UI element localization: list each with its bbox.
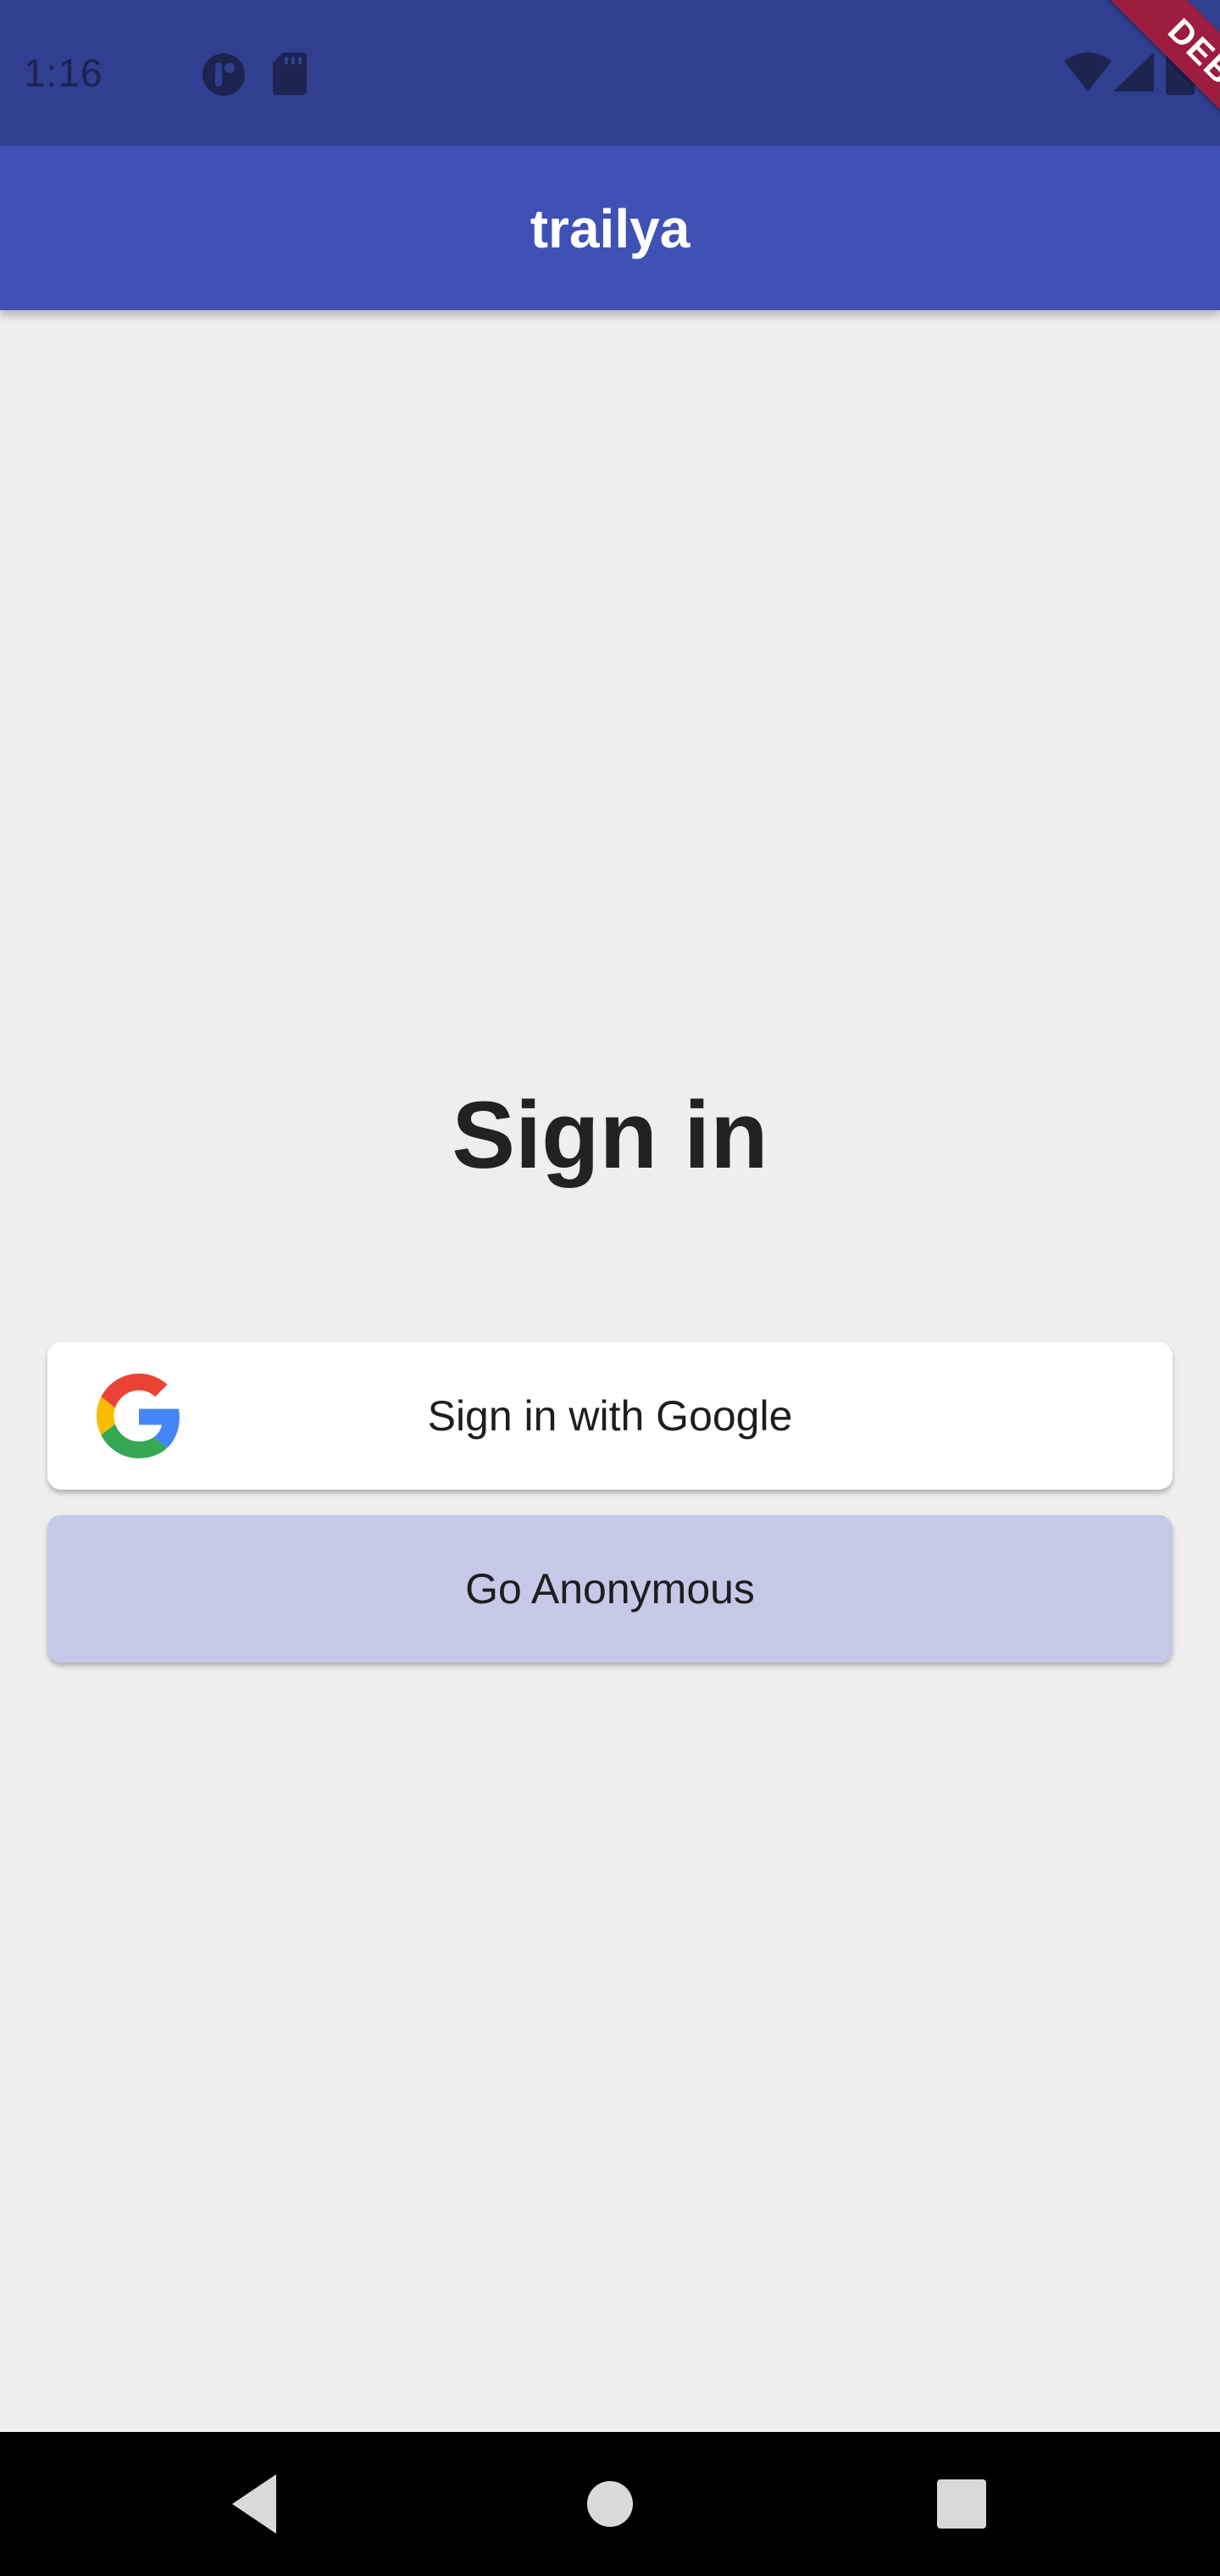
status-bar: 1:16 [0,0,1220,146]
app-bar: trailya [0,146,1220,310]
back-icon[interactable] [217,2466,293,2542]
google-button-label: Sign in with Google [427,1392,793,1440]
navigation-bar [0,2432,1220,2576]
status-time: 1:16 [24,51,103,95]
go-anonymous-button[interactable]: Go Anonymous [47,1515,1173,1663]
page-title: Sign in [452,1082,768,1188]
app-title: trailya [530,198,690,259]
home-icon[interactable] [572,2466,648,2542]
cell-signal-icon [1113,53,1154,92]
recents-icon[interactable] [923,2466,1000,2542]
sd-card-icon [273,53,307,95]
app-notification-icon [202,53,245,96]
sign-in-with-google-button[interactable]: Sign in with Google [47,1342,1173,1490]
wifi-icon [1064,53,1112,92]
anonymous-button-label: Go Anonymous [465,1565,755,1613]
